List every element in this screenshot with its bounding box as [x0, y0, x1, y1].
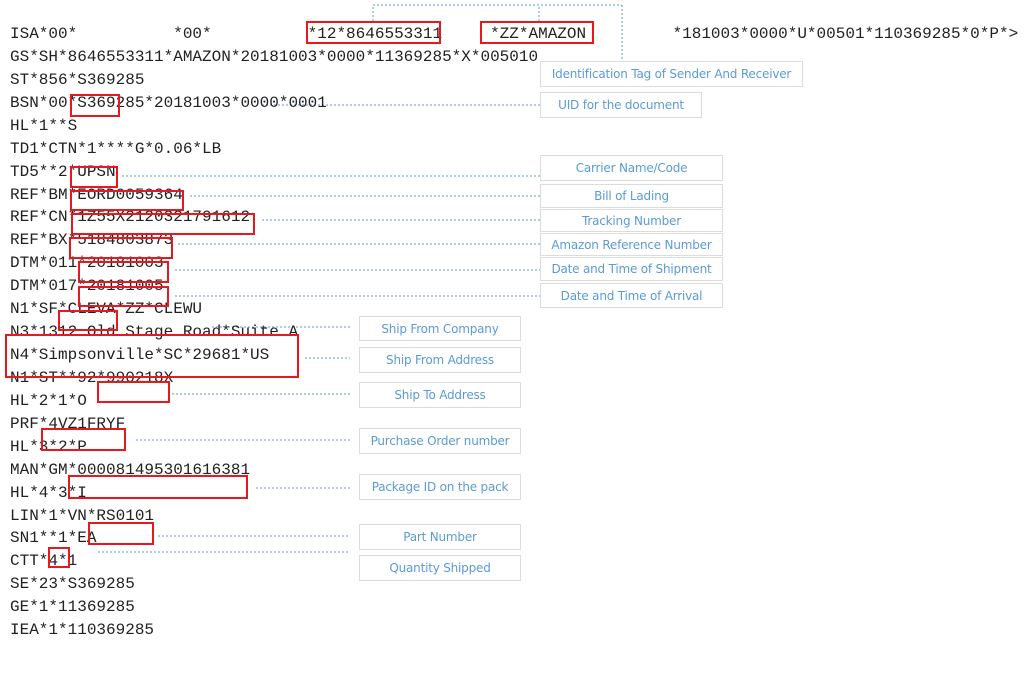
annotation-label: Package ID on the pack [359, 474, 521, 500]
annotation-label: Carrier Name/Code [540, 155, 723, 181]
highlight-box [48, 547, 70, 568]
edi-segment-line: ST*856*S369285 [10, 70, 145, 89]
edi-segment-line: SN1**1*EA [10, 529, 97, 548]
annotation-label: Amazon Reference Number [540, 233, 723, 256]
annotation-label: Tracking Number [540, 209, 723, 232]
annotation-label: Ship From Company [359, 316, 521, 341]
annotation-label: Ship To Address [359, 382, 521, 408]
highlight-box [97, 381, 170, 403]
highlight-box [78, 286, 169, 307]
annotation-label: Quantity Shipped [359, 555, 521, 581]
annotation-label: Date and Time of Shipment [540, 257, 723, 281]
highlight-box [70, 190, 184, 211]
highlight-box [70, 94, 120, 117]
edi-856-annotated-diagram: ISA*00* *00* *12*8646553311 *ZZ*AMAZON *… [0, 0, 1024, 674]
highlight-box [70, 166, 118, 188]
annotation-label: Date and Time of Arrival [540, 283, 723, 308]
annotation-label: Purchase Order number [359, 428, 521, 454]
highlight-box [88, 522, 154, 545]
annotation-label: Part Number [359, 524, 521, 550]
highlight-box [68, 475, 248, 499]
edi-segment-line: BSN*00*S369285*20181003*0000*0001 [10, 93, 327, 112]
highlight-box [480, 21, 594, 44]
highlight-box [58, 310, 118, 331]
edi-segment-line: GS*SH*8646553311*AMAZON*20181003*0000*11… [10, 47, 539, 66]
edi-segment-line: HL*2*1*O [10, 391, 87, 410]
highlight-box [78, 261, 169, 283]
highlight-box [41, 428, 126, 451]
highlight-box [306, 21, 441, 44]
edi-segment-line: HL*1**S [10, 116, 78, 135]
annotation-label: Bill of Lading [540, 184, 723, 208]
highlight-box [5, 334, 299, 378]
edi-segment-line: IEA*1*110369285 [10, 621, 155, 640]
edi-segment-line: SE*23*S369285 [10, 575, 135, 594]
edi-segment-line: TD1*CTN*1****G*0.06*LB [10, 139, 222, 158]
annotation-label: UID for the document [540, 92, 702, 118]
highlight-box [69, 237, 173, 259]
annotation-label: Ship From Address [359, 347, 521, 373]
annotation-label: Identification Tag of Sender And Receive… [540, 61, 803, 87]
edi-segment-line: GE*1*11369285 [10, 598, 135, 617]
highlight-box [71, 213, 255, 235]
